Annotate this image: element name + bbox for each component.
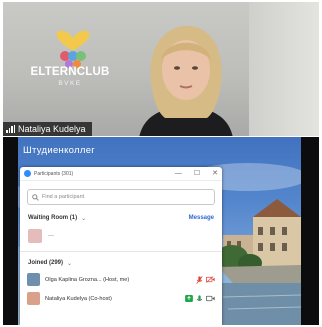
close-icon[interactable]: ✕	[212, 170, 218, 177]
search-icon	[32, 193, 39, 201]
joined-header[interactable]: Joined (299) ⌄	[20, 256, 222, 270]
participant-row[interactable]: Nataliya Kudelya (Co-host)	[20, 289, 222, 308]
participant-name-tag: Nataliya Kudelya	[3, 122, 92, 136]
shared-desktop: Штудиенколлег Participants (301) — ☐ ✕ F…	[18, 137, 301, 325]
participants-title: Participants (301)	[34, 170, 74, 177]
background-wall	[249, 2, 319, 136]
mic-icon[interactable]	[196, 294, 203, 303]
waiting-participant-name: —	[48, 233, 54, 239]
maximize-icon[interactable]: ☐	[194, 170, 200, 177]
chevron-down-icon: ⌄	[81, 215, 87, 222]
divider	[20, 251, 222, 252]
video-off-icon[interactable]	[206, 276, 215, 283]
participants-window[interactable]: Participants (301) — ☐ ✕ Find a particip…	[20, 167, 222, 325]
participant-search-input[interactable]: Find a participant	[27, 189, 215, 205]
speaker-video-tile[interactable]: ELTERNCLUB BVKE Nataliya Kudelya	[3, 2, 319, 136]
mic-muted-icon[interactable]	[196, 275, 203, 284]
participant-row-name: Olga Kaplina Grozna... (Host, me)	[45, 276, 130, 283]
participants-title-bar[interactable]: Participants (301) — ☐ ✕	[20, 167, 222, 181]
avatar	[27, 273, 40, 286]
message-button[interactable]: Message	[189, 215, 214, 221]
avatar	[28, 229, 42, 243]
search-placeholder: Find a participant	[42, 194, 85, 200]
elternclub-logo-icon	[56, 30, 90, 68]
joined-label: Joined (299)	[28, 260, 64, 266]
waiting-room-header[interactable]: Waiting Room (1) ⌄ Message	[20, 211, 222, 225]
participant-row-name: Nataliya Kudelya (Co-host)	[45, 295, 112, 302]
desktop-title: Штудиенколлег	[23, 145, 96, 156]
speaker-person	[139, 26, 233, 136]
minimize-icon[interactable]: —	[175, 170, 182, 177]
brand-name: ELTERNCLUB	[30, 66, 110, 78]
participant-name: Nataliya Kudelya	[18, 124, 86, 134]
participant-row[interactable]: Olga Kaplina Grozna... (Host, me)	[20, 270, 222, 289]
waiting-room-entry[interactable]: —	[20, 225, 222, 247]
zoom-app-icon	[24, 170, 31, 177]
waiting-room-label: Waiting Room (1)	[28, 215, 78, 221]
chevron-down-icon: ⌄	[67, 260, 73, 267]
video-icon[interactable]	[206, 295, 215, 302]
signal-bars-icon	[6, 125, 15, 133]
brand-subtitle: BVKE	[58, 80, 82, 87]
shared-screen-tile[interactable]: Штудиенколлег Participants (301) — ☐ ✕ F…	[3, 137, 319, 325]
avatar	[27, 292, 40, 305]
share-screen-icon[interactable]	[185, 295, 193, 302]
